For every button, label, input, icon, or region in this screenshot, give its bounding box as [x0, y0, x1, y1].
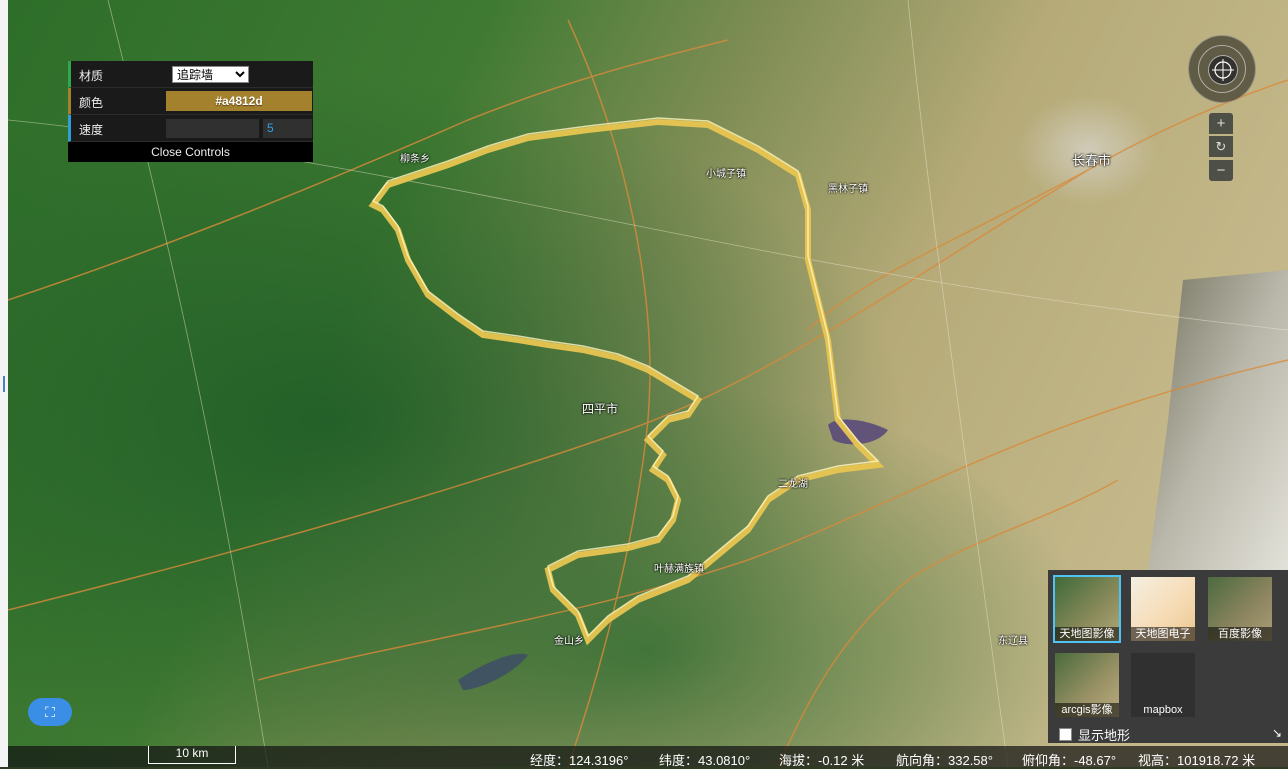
altitude-readout: 海拔：-0.12 米: [779, 753, 865, 768]
scale-bar: 10 km: [148, 746, 236, 764]
view-height-readout: 视高：101918.72 米: [1138, 753, 1256, 768]
close-controls-button[interactable]: Close Controls: [68, 142, 313, 162]
map-label-yehe: 叶赫满族镇: [654, 564, 704, 575]
material-row: 材质 追踪墙: [68, 61, 313, 88]
basemap-label: 天地图电子: [1131, 627, 1195, 641]
speed-slider[interactable]: [166, 119, 259, 138]
speed-label: 速度: [79, 123, 104, 137]
terrain-checkbox[interactable]: [1059, 728, 1072, 741]
sidebar-resize-handle[interactable]: [3, 376, 5, 392]
basemap-arcgis-image[interactable]: arcgis影像: [1055, 653, 1119, 717]
gyro-icon[interactable]: [1208, 55, 1238, 85]
basemap-tianditu-vector[interactable]: 天地图电子: [1131, 577, 1195, 641]
latitude-readout: 纬度：43.0810°: [659, 753, 751, 768]
zoom-out-button[interactable]: −: [1209, 160, 1233, 181]
reset-view-button[interactable]: ↻: [1209, 136, 1233, 157]
map-label-liutiao: 柳条乡: [400, 154, 430, 165]
map-label-jinshan: 金山乡: [554, 636, 584, 647]
basemap-tianditu-image[interactable]: 天地图影像: [1053, 575, 1121, 643]
map-label-changchun: 长春市: [1072, 154, 1112, 169]
fullscreen-icon[interactable]: ⛶: [28, 698, 72, 726]
speed-row: 速度 5: [68, 115, 313, 142]
resize-icon[interactable]: ↘: [1272, 726, 1282, 740]
basemap-picker: 天地图影像 天地图电子 百度影像 arcgis影像 mapbox: [1048, 570, 1288, 743]
map-label-dongliao: 东辽县: [998, 636, 1028, 647]
basemap-label: arcgis影像: [1055, 703, 1119, 717]
pitch-readout: 俯仰角：-48.67°: [1022, 753, 1117, 768]
controls-panel: 材质 追踪墙 颜色 #a4812d 速度 5 Close Controls: [68, 61, 313, 162]
basemap-mapbox[interactable]: mapbox: [1131, 653, 1195, 717]
material-label: 材质: [79, 69, 104, 83]
heading-readout: 航向角：332.58°: [896, 753, 993, 768]
terrain-toggle[interactable]: 显示地形: [1059, 725, 1130, 744]
basemap-label: 百度影像: [1208, 627, 1272, 641]
basemap-baidu-image[interactable]: 百度影像: [1208, 577, 1272, 641]
map-label-xiaochengzi: 小城子镇: [706, 169, 746, 180]
color-label: 颜色: [79, 96, 104, 110]
compass-icon[interactable]: [1188, 35, 1256, 103]
map-label-erlonghu: 二龙湖: [778, 479, 808, 490]
longitude-readout: 经度：124.3196°: [530, 753, 629, 768]
color-input[interactable]: #a4812d: [166, 91, 312, 111]
map-label-siping: 四平市: [582, 402, 619, 416]
basemap-label: 天地图影像: [1055, 627, 1119, 641]
color-row: 颜色 #a4812d: [68, 88, 313, 115]
basemap-label: mapbox: [1143, 704, 1183, 716]
zoom-in-button[interactable]: +: [1209, 113, 1233, 134]
material-select[interactable]: 追踪墙: [172, 66, 249, 83]
map-label-heilinzi: 黑林子镇: [828, 184, 868, 195]
status-bar: 10 km 经度：124.3196° 纬度：43.0810° 海拔：-0.12 …: [8, 746, 1288, 768]
terrain-label: 显示地形: [1078, 728, 1131, 743]
speed-input[interactable]: 5: [263, 119, 312, 138]
